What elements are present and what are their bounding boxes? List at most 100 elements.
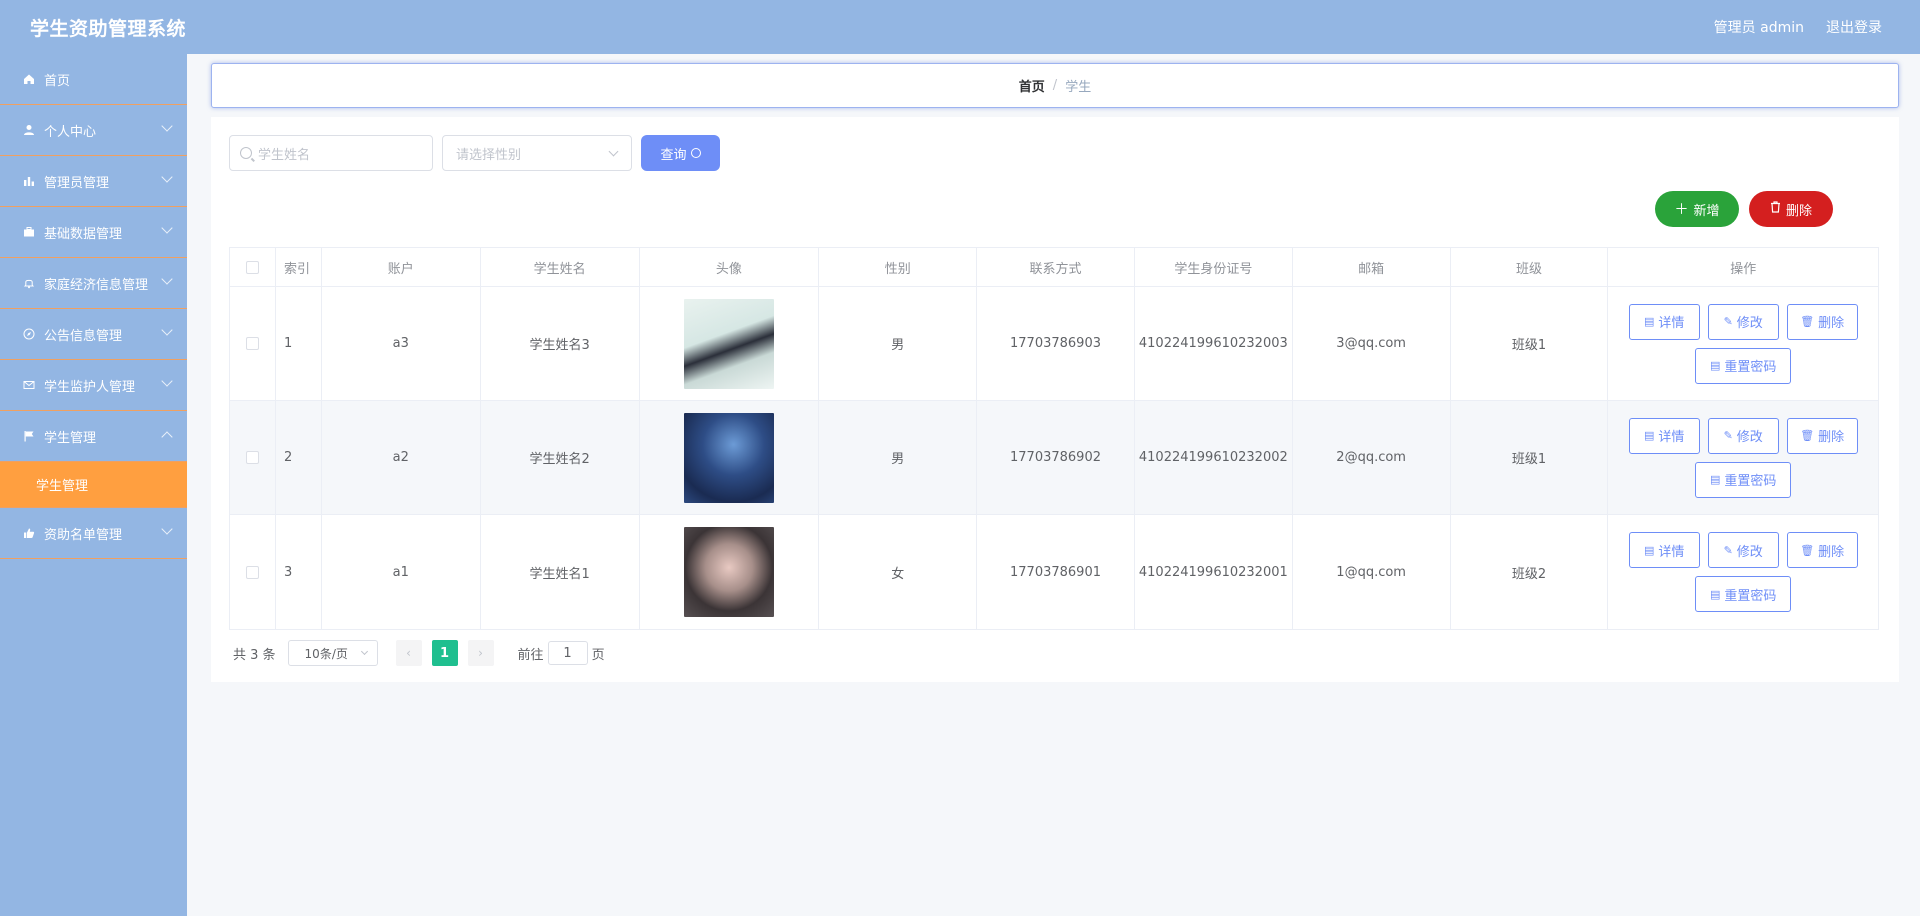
mail-icon xyxy=(22,378,36,392)
action-row: ▤ 重置密码 xyxy=(1695,347,1792,384)
detail-button[interactable]: ▤ 详情 xyxy=(1628,532,1700,568)
next-page-button[interactable]: › xyxy=(467,640,494,666)
detail-button[interactable]: ▤ 详情 xyxy=(1628,417,1700,454)
edit-icon: ✎ xyxy=(1723,315,1733,328)
sidebar-item-announcement[interactable]: 公告信息管理 xyxy=(0,309,187,360)
query-button[interactable]: 查询 xyxy=(641,135,720,171)
cell-actions: ▤ 详情 ✎ 修改 🗑 删除 ▤ 重置密码 xyxy=(1608,515,1878,629)
pagination-total: 共 3 条 xyxy=(233,647,276,663)
edit-button[interactable]: ✎ 修改 xyxy=(1707,532,1779,568)
cell-phone: 17703786902 xyxy=(977,401,1135,514)
sidebar-item-label: 公告信息管理 xyxy=(44,328,123,344)
chevron-down-icon xyxy=(161,273,173,285)
row-checkbox-cell xyxy=(230,401,276,514)
avatar[interactable] xyxy=(683,412,774,503)
chevron-down-icon xyxy=(360,647,368,656)
delete-label: 删除 xyxy=(1818,544,1845,560)
edit-button[interactable]: ✎ 修改 xyxy=(1707,303,1779,340)
delete-button[interactable]: 🗑 删除 xyxy=(1786,417,1858,454)
detail-button[interactable]: ▤ 详情 xyxy=(1628,303,1700,340)
select-all-cell xyxy=(230,248,276,286)
logout-link[interactable]: 退出登录 xyxy=(1826,17,1882,37)
main-content: 学生姓名 请选择性别 查询 ＋ 新增 删除 索引 账户 学生姓名 头像 性别 联… xyxy=(211,117,1899,682)
cell-actions: ▤ 详情 ✎ 修改 🗑 删除 ▤ 重置密码 xyxy=(1608,287,1878,400)
edit-label: 修改 xyxy=(1736,544,1763,560)
home-icon xyxy=(22,72,36,86)
prev-page-button[interactable]: ‹ xyxy=(395,640,422,666)
edit-icon: ✎ xyxy=(1723,429,1733,442)
app-title: 学生资助管理系统 xyxy=(30,17,187,40)
search-input[interactable]: 学生姓名 xyxy=(229,135,433,171)
reset-password-label: 重置密码 xyxy=(1724,474,1777,489)
sidebar-item-personal-center[interactable]: 个人中心 xyxy=(0,105,187,156)
chevron-left-icon: ‹ xyxy=(406,646,411,660)
gender-select[interactable]: 请选择性别 xyxy=(442,135,632,171)
sidebar-item-basic-data[interactable]: 基础数据管理 xyxy=(0,207,187,258)
cell-index: 1 xyxy=(276,287,322,400)
detail-label: 详情 xyxy=(1658,544,1685,560)
cell-name: 学生姓名3 xyxy=(481,287,640,400)
sidebar-item-label: 个人中心 xyxy=(44,124,97,140)
sidebar-item-aid-list[interactable]: 资助名单管理 xyxy=(0,508,187,559)
sidebar-item-guardian[interactable]: 学生监护人管理 xyxy=(0,360,187,411)
page-size-value: 10条/页 xyxy=(304,646,348,661)
edit-button[interactable]: ✎ 修改 xyxy=(1707,417,1779,454)
delete-button[interactable]: 🗑 删除 xyxy=(1786,532,1858,568)
reset-password-button[interactable]: ▤ 重置密码 xyxy=(1695,576,1792,612)
bar-chart-icon xyxy=(22,174,36,188)
cell-id-card: 410224199610232002 xyxy=(1135,401,1293,514)
chevron-down-icon xyxy=(161,222,173,234)
sidebar-item-home[interactable]: 首页 xyxy=(0,54,187,105)
admin-label[interactable]: 管理员 admin xyxy=(1714,17,1804,37)
chevron-down-icon xyxy=(161,120,173,132)
cell-gender: 女 xyxy=(819,515,978,629)
avatar[interactable] xyxy=(683,527,774,617)
sidebar-item-label: 基础数据管理 xyxy=(44,226,123,242)
column-header: 操作 xyxy=(1730,261,1757,277)
avatar[interactable] xyxy=(683,298,774,389)
detail-label: 详情 xyxy=(1658,430,1685,445)
sidebar-item-admin-management[interactable]: 管理员管理 xyxy=(0,156,187,207)
page-number[interactable]: 1 xyxy=(431,640,458,666)
delete-button[interactable]: 🗑 删除 xyxy=(1786,303,1858,340)
page-suffix: 页 xyxy=(591,647,605,663)
trash-icon xyxy=(1770,201,1781,217)
column-header: 学生身份证号 xyxy=(1135,248,1293,286)
sidebar-item-student-management[interactable]: 学生管理 xyxy=(0,411,187,462)
column-header: 联系方式 xyxy=(977,248,1135,286)
action-row: ▤ 重置密码 xyxy=(1695,461,1792,498)
user-icon xyxy=(22,123,36,137)
table-row: 3 a1 学生姓名1 女 17703786901 410224199610232… xyxy=(230,515,1878,629)
document-icon: ▤ xyxy=(1709,473,1721,486)
row-checkbox[interactable] xyxy=(245,451,259,464)
query-button-label: 查询 xyxy=(660,147,687,163)
delete-label: 删除 xyxy=(1818,430,1845,445)
cell-class: 班级1 xyxy=(1451,287,1609,400)
breadcrumb-home[interactable]: 首页 xyxy=(1019,76,1045,95)
edit-icon: ✎ xyxy=(1723,543,1733,557)
batch-delete-button[interactable]: 删除 xyxy=(1749,191,1833,227)
plus-icon: ＋ xyxy=(1674,202,1689,218)
chevron-right-icon: › xyxy=(478,646,483,660)
row-checkbox[interactable] xyxy=(245,337,259,350)
chevron-down-icon xyxy=(608,146,619,157)
column-header: 头像 xyxy=(640,248,820,286)
breadcrumb: 首页 / 学生 xyxy=(211,63,1899,108)
gender-select-placeholder: 请选择性别 xyxy=(456,147,522,163)
column-header: 性别 xyxy=(819,248,978,286)
reset-password-button[interactable]: ▤ 重置密码 xyxy=(1695,461,1792,498)
cell-name: 学生姓名1 xyxy=(481,515,640,629)
select-all-checkbox[interactable] xyxy=(245,260,259,274)
cell-email: 3@qq.com xyxy=(1293,287,1451,400)
reset-password-button[interactable]: ▤ 重置密码 xyxy=(1695,347,1792,384)
sidebar-item-family-economy[interactable]: 家庭经济信息管理 xyxy=(0,258,187,309)
add-button[interactable]: ＋ 新增 xyxy=(1655,191,1739,227)
row-checkbox[interactable] xyxy=(245,565,259,579)
cell-index: 3 xyxy=(276,515,322,629)
page-size-select[interactable]: 10条/页 xyxy=(287,640,378,666)
flag-icon xyxy=(22,429,36,443)
cell-account: a3 xyxy=(322,287,481,400)
goto-page-input[interactable]: 1 xyxy=(547,641,588,665)
sidebar-subitem-student-management[interactable]: 学生管理 xyxy=(0,462,187,508)
thumb-icon xyxy=(22,526,36,540)
